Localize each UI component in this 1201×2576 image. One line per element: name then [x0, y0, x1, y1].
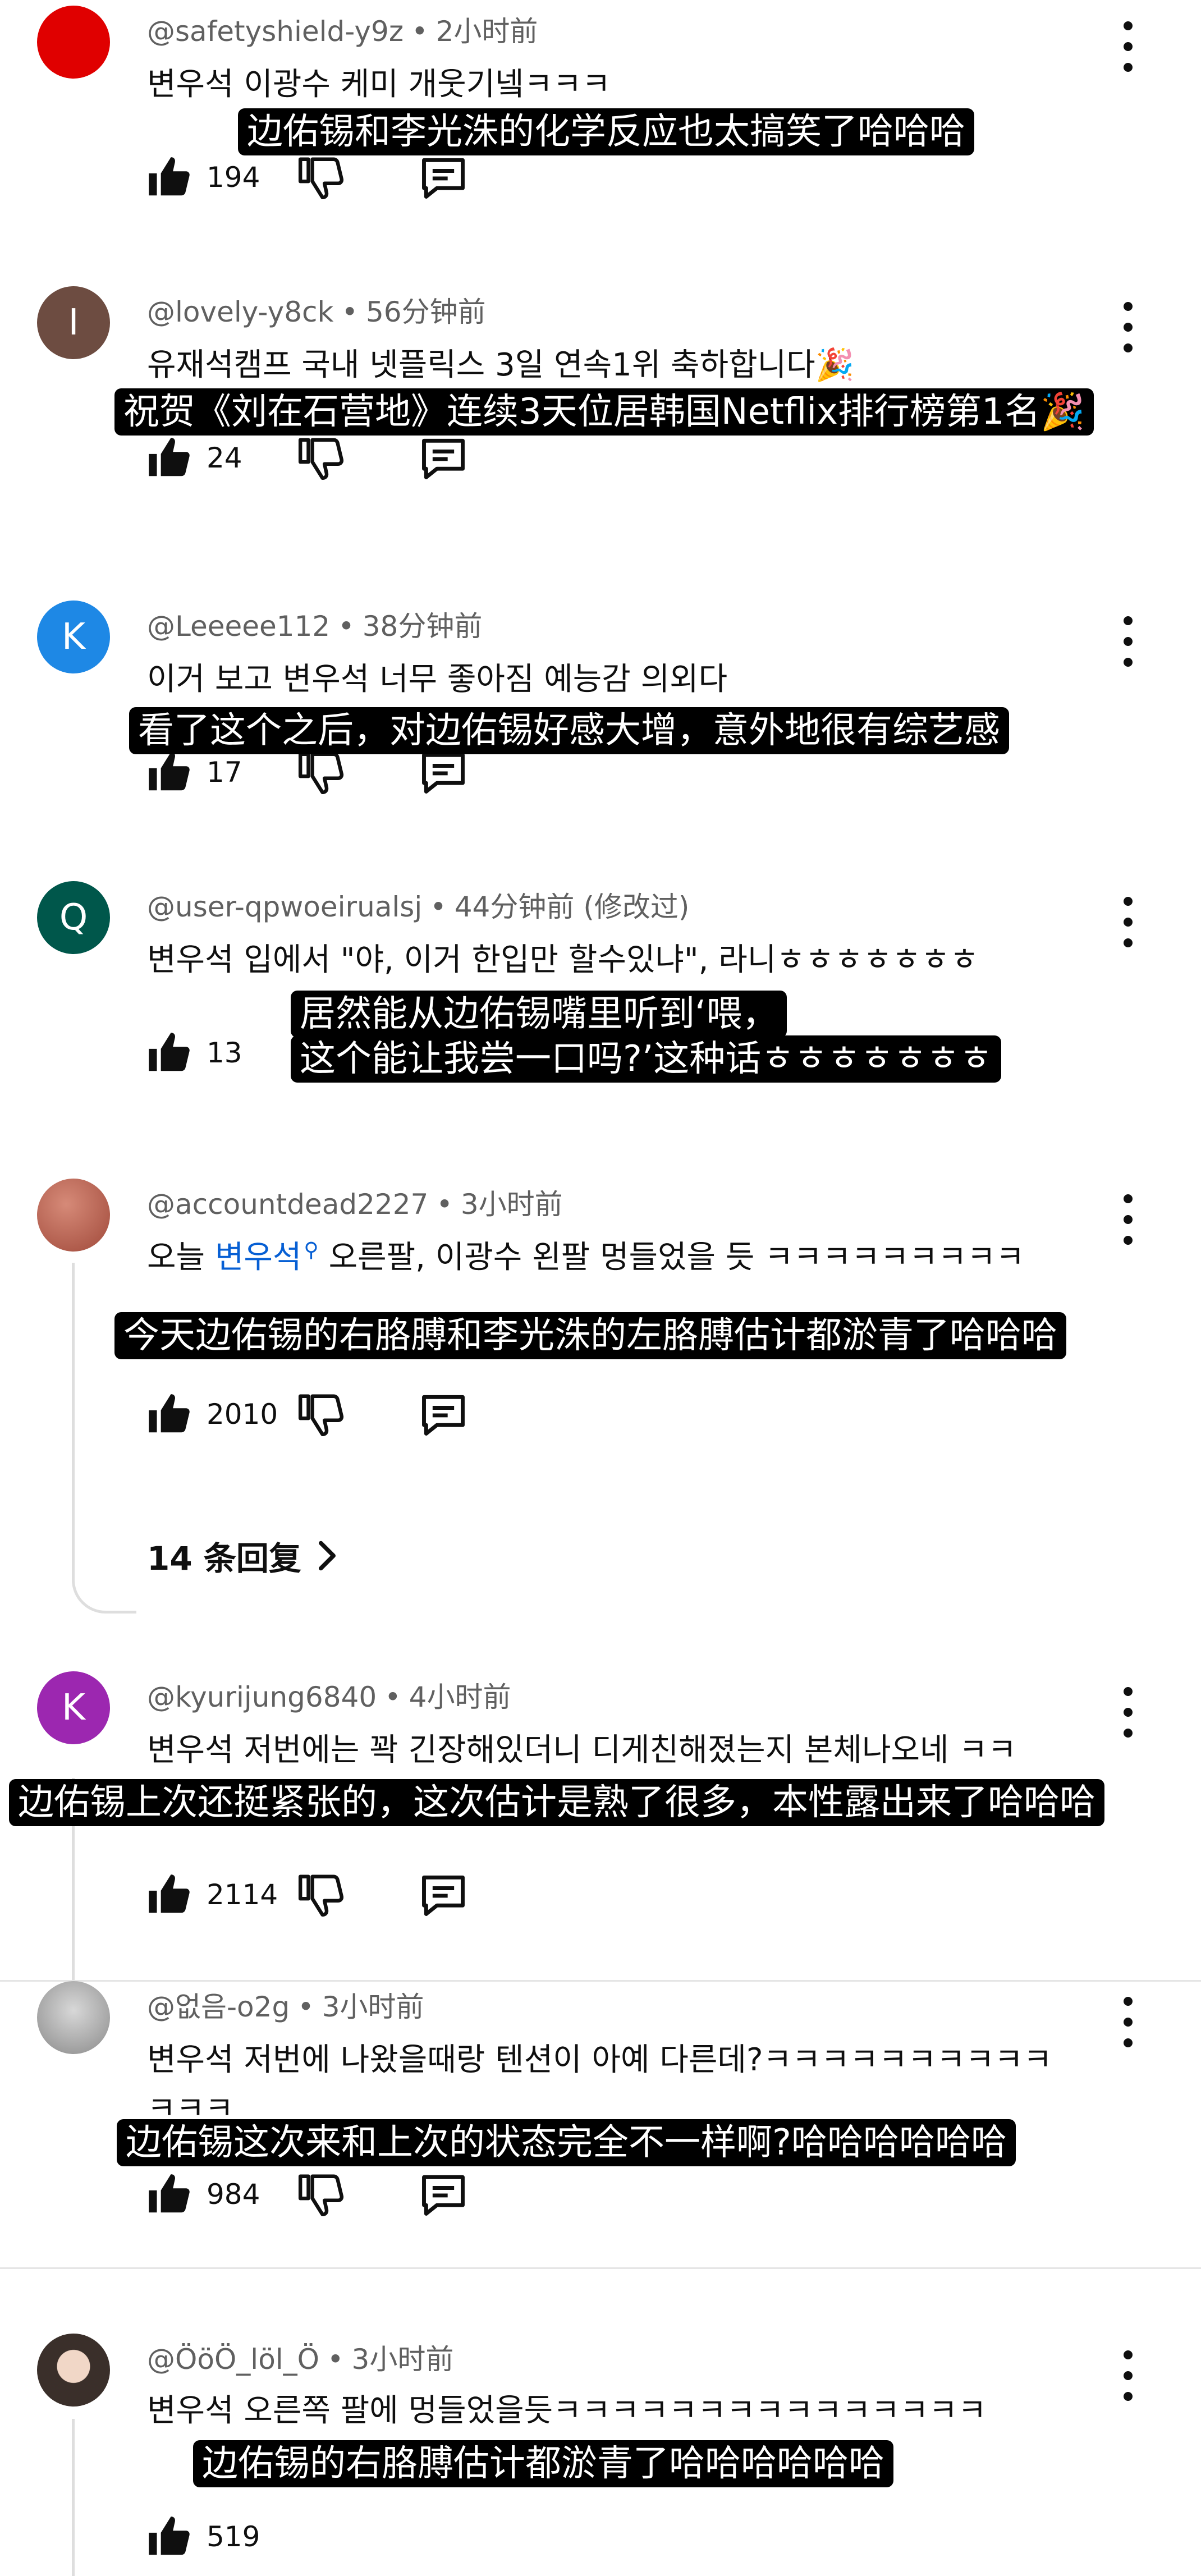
dislike-icon[interactable] — [296, 748, 345, 796]
comment-meta: @ÖöÖ_löl_Ö • 3小时前 — [147, 2343, 454, 2376]
replies-count: 14 条回复 — [147, 1539, 301, 1578]
like-icon[interactable] — [145, 1871, 193, 1919]
chevron-right-icon — [316, 1539, 338, 1573]
avatar-letter: K — [62, 1687, 85, 1729]
avatar[interactable] — [37, 1981, 110, 2054]
more-options-icon[interactable] — [1117, 1687, 1139, 1738]
avatar-letter: Q — [59, 897, 88, 938]
comment-author[interactable]: @ÖöÖ_löl_Ö — [147, 2343, 319, 2376]
more-options-icon[interactable] — [1117, 21, 1139, 72]
comment-time: 2小时前 — [436, 15, 538, 48]
avatar[interactable]: K — [37, 601, 110, 673]
comment-text: 변우석 저번에는 꽉 긴장해있더니 디게친해졌는지 본체나오네 ㅋㅋ — [147, 1732, 1017, 1768]
thread-line — [72, 2419, 75, 2576]
comment-author[interactable]: @없음-o2g — [147, 1991, 290, 2023]
view-replies-button[interactable]: 14 条回复 — [147, 1532, 338, 1579]
more-options-icon[interactable] — [1117, 897, 1139, 947]
subtitle-caption-line2: 这个能让我尝一口吗?’这种话ㅎㅎㅎㅎㅎㅎㅎ — [291, 1035, 1002, 1083]
subtitle-caption: 边佑锡和李光洙的化学反应也太搞笑了哈哈哈 — [238, 108, 974, 155]
like-count: 13 — [207, 1037, 242, 1069]
subtitle-caption: 今天边佑锡的右胳膊和李光洙的左胳膊估计都淤青了哈哈哈 — [114, 1312, 1066, 1359]
like-icon[interactable] — [145, 153, 193, 201]
like-count: 194 — [207, 161, 260, 194]
comment-author[interactable]: @user-qpwoeirualsj — [147, 891, 422, 923]
like-count: 2114 — [207, 1878, 278, 1911]
avatar[interactable] — [37, 6, 110, 79]
like-icon[interactable] — [145, 748, 193, 796]
subtitle-caption: 边佑锡这次来和上次的状态完全不一样啊?哈哈哈哈哈哈 — [117, 2119, 1016, 2166]
like-icon[interactable] — [145, 1390, 193, 1438]
comment-author[interactable]: @kyurijung6840 — [147, 1681, 377, 1713]
comment-time: 3小时前 — [460, 1188, 563, 1221]
reply-icon[interactable] — [418, 1869, 469, 1920]
avatar[interactable]: Q — [37, 881, 110, 954]
comment-time: 3小时前 — [322, 1991, 424, 2023]
dislike-icon[interactable] — [296, 153, 345, 201]
comment-meta: @kyurijung6840 • 4小时前 — [147, 1681, 511, 1713]
avatar[interactable]: I — [37, 286, 110, 359]
comment-text: 이거 보고 변우석 너무 좋아짐 예능감 의외다 — [147, 661, 728, 698]
comment-text: 오늘 변우석 ⚲ 오른팔, 이광수 왼팔 멍들었을 듯 ㅋㅋㅋㅋㅋㅋㅋㅋㅋ — [147, 1232, 1025, 1277]
subtitle-caption: 边佑锡的右胳膊估计都淤青了哈哈哈哈哈哈 — [193, 2440, 893, 2487]
search-link[interactable]: 변우석 — [215, 1239, 302, 1276]
comment-time: 56分钟前 — [365, 296, 486, 328]
like-count: 24 — [207, 442, 242, 474]
divider — [0, 1980, 1201, 1982]
comment-time: 4小时前 — [409, 1681, 511, 1713]
comment-text-line1: 변우석 저번에 나왔을때랑 텐션이 아예 다른데?ㅋㅋㅋㅋㅋㅋㅋㅋㅋㅋ — [147, 2042, 1052, 2078]
more-options-icon[interactable] — [1117, 1194, 1139, 1245]
reply-icon[interactable] — [418, 2169, 469, 2220]
comment-time: 44分钟前 — [454, 891, 575, 923]
like-count: 17 — [207, 756, 242, 789]
more-options-icon[interactable] — [1117, 302, 1139, 352]
comment-meta: @accountdead2227 • 3小时前 — [147, 1188, 563, 1221]
reply-icon[interactable] — [418, 1388, 469, 1440]
comment-author[interactable]: @accountdead2227 — [147, 1188, 428, 1221]
comment-author[interactable]: @Leeeee112 — [147, 610, 330, 643]
comment-meta: @Leeeee112 • 38分钟前 — [147, 610, 483, 643]
comment-time: 38分钟前 — [362, 610, 483, 643]
comment-meta: @user-qpwoeirualsj • 44分钟前 (修改过) — [147, 891, 690, 923]
like-icon[interactable] — [145, 434, 193, 482]
subtitle-caption-line1: 居然能从边佑锡嘴里听到‘喂， — [291, 991, 787, 1038]
divider — [0, 2267, 1201, 2269]
more-options-icon[interactable] — [1117, 2350, 1139, 2401]
like-icon[interactable] — [145, 2513, 193, 2561]
comment-text: 변우석 이광수 케미 개웃기넼ㅋㅋㅋ — [147, 66, 611, 103]
dislike-icon[interactable] — [296, 1871, 345, 1919]
like-count: 519 — [207, 2520, 260, 2553]
comment-text: 변우석 오른쪽 팔에 멍들었을듯ㅋㅋㅋㅋㅋㅋㅋㅋㅋㅋㅋㅋㅋㅋㅋ — [147, 2392, 987, 2429]
avatar[interactable]: K — [37, 1671, 110, 1744]
edited-label: (修改过) — [583, 891, 690, 923]
like-icon[interactable] — [145, 1029, 193, 1077]
comment-meta: @없음-o2g • 3小时前 — [147, 1991, 424, 2023]
more-options-icon[interactable] — [1117, 1997, 1139, 2047]
dislike-icon[interactable] — [296, 2170, 345, 2219]
search-icon[interactable]: ⚲ — [304, 1239, 318, 1262]
subtitle-caption: 看了这个之后，对边佑锡好感大增，意外地很有综艺感 — [129, 707, 1009, 754]
dislike-icon[interactable] — [296, 434, 345, 482]
comment-text-post: 오른팔, 이광수 왼팔 멍들었을 듯 ㅋㅋㅋㅋㅋㅋㅋㅋㅋ — [318, 1239, 1025, 1276]
comment-time: 3小时前 — [351, 2343, 454, 2376]
comment-meta: @safetyshield-y9z • 2小时前 — [147, 15, 538, 48]
like-count: 984 — [207, 2178, 260, 2211]
subtitle-caption: 祝贺《刘在石营地》连续3天位居韩国Netflix排行榜第1名🎉 — [114, 388, 1094, 436]
reply-icon[interactable] — [418, 432, 469, 484]
avatar[interactable] — [37, 1179, 110, 1252]
comment-author[interactable]: @safetyshield-y9z — [147, 15, 404, 48]
comment-meta: @lovely-y8ck • 56分钟前 — [147, 296, 486, 328]
comment-text: 변우석 입에서 "야, 이거 한입만 할수있냐", 라니ㅎㅎㅎㅎㅎㅎㅎ — [147, 942, 979, 978]
dislike-icon[interactable] — [296, 1390, 345, 1438]
comment-text-pre: 오늘 — [147, 1239, 215, 1276]
avatar[interactable] — [37, 2334, 110, 2407]
like-count: 2010 — [207, 1398, 278, 1431]
like-icon[interactable] — [145, 2170, 193, 2219]
comment-author[interactable]: @lovely-y8ck — [147, 296, 333, 328]
subtitle-caption: 边佑锡上次还挺紧张的，这次估计是熟了很多，本性露出来了哈哈哈 — [9, 1779, 1104, 1826]
avatar-letter: K — [62, 616, 85, 658]
comment-text: 유재석캠프 국내 넷플릭스 3일 연속1위 축하합니다🎉 — [147, 347, 855, 383]
avatar-letter: I — [68, 302, 79, 343]
reply-icon[interactable] — [418, 152, 469, 203]
more-options-icon[interactable] — [1117, 616, 1139, 667]
